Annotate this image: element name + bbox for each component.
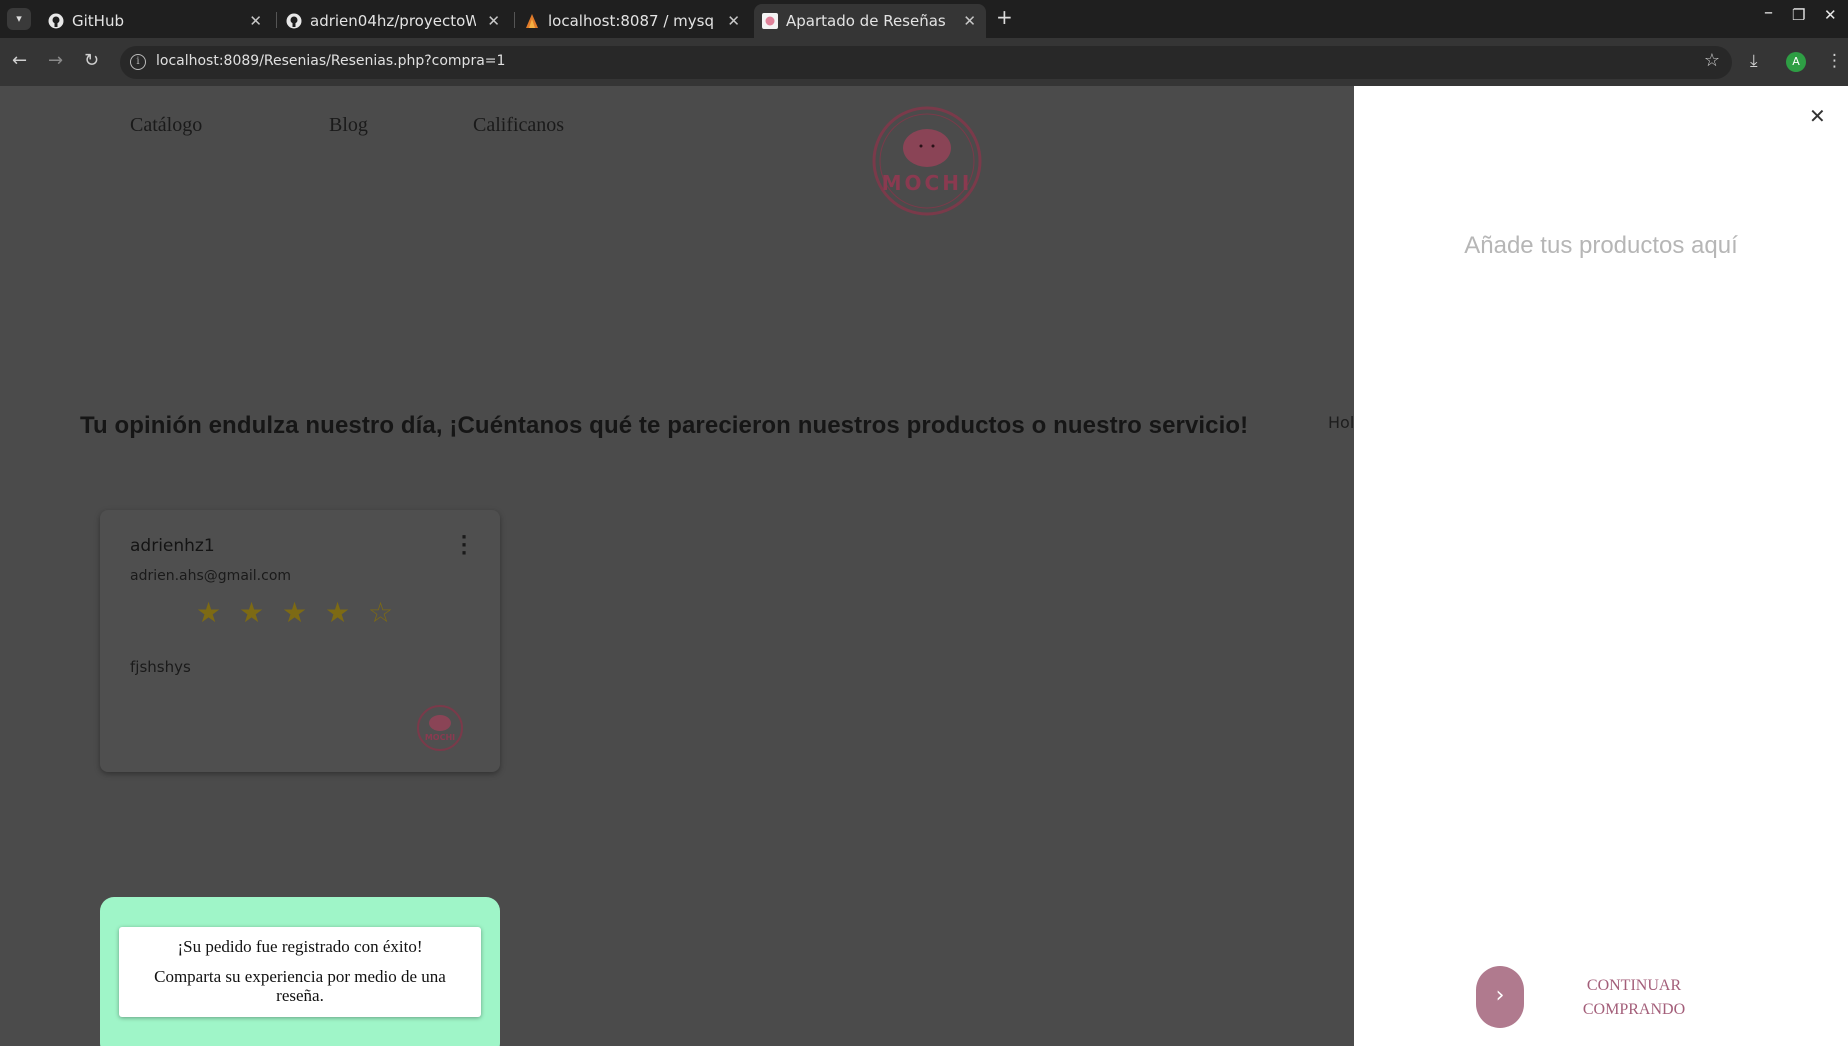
close-icon[interactable]: ✕ [1809,104,1826,128]
site-info-icon[interactable]: i [130,54,146,70]
tab-separator [276,12,277,28]
tab-search-icon[interactable]: ▾ [7,8,31,30]
tab-title: GitHub [72,12,124,30]
address-bar[interactable]: i localhost:8089/Resenias/Resenias.php?c… [120,46,1732,79]
page-headline: Tu opinión endulza nuestro día, ¡Cuéntan… [80,412,1249,439]
review-card: adrienhz1 · · · adrien.ahs@gmail.com ★ ★ ★… [100,510,500,772]
nav-link-calificanos[interactable]: Calificanos [473,114,564,137]
profile-avatar[interactable]: A [1786,52,1806,72]
browser-toolbar: ← → ↻ i localhost:8089/Resenias/Resenias… [0,38,1848,86]
review-comment: fjshshys [130,658,191,676]
cart-side-panel: ✕ Añade tus productos aquí › CONTINUAR C… [1354,86,1848,1046]
page-content: Catálogo Blog Calificanos MOCHI Tu opini… [0,86,1354,1046]
close-icon[interactable]: ✕ [487,6,500,36]
success-toast: ¡Su pedido fue registrado con éxito! Com… [119,927,481,1017]
close-icon[interactable]: ✕ [249,6,262,36]
tab-title: localhost:8087 / mysql / r [548,12,714,30]
restore-icon[interactable]: ❐ [1792,6,1805,24]
download-icon[interactable]: ⤓ [1750,51,1758,71]
star-empty-icon: ☆ [368,596,394,629]
nav-link-catalogo[interactable]: Catálogo [130,114,202,137]
mochi-logo-small: MOCHI [417,705,463,751]
close-window-icon[interactable]: ✕ [1824,6,1837,24]
star-filled-icon: ★ [196,596,222,629]
kebab-menu-icon[interactable]: · · · [458,529,470,563]
mochi-logo[interactable]: MOCHI [872,106,982,216]
chevron-right-icon: › [1495,983,1505,1008]
logo-text: MOCHI [425,733,455,742]
tab-title: Apartado de Reseñas [786,12,946,30]
minimize-icon[interactable]: – [1764,2,1773,23]
browser-menu-icon[interactable]: ⋮ [1826,51,1843,71]
tab-resenias[interactable]: Apartado de Reseñas ✕ [754,4,986,38]
tab-github[interactable]: GitHub ✕ [40,4,272,38]
phpmyadmin-icon [526,14,538,28]
nav-link-blog[interactable]: Blog [329,114,368,137]
url-text[interactable]: localhost:8089/Resenias/Resenias.php?com… [156,53,505,69]
tab-phpmyadmin[interactable]: localhost:8087 / mysql / r ✕ [516,4,750,38]
bookmark-star-icon[interactable]: ☆ [1704,50,1720,71]
mochi-icon [762,13,778,29]
star-filled-icon: ★ [239,596,265,629]
continue-shopping-label[interactable]: CONTINUAR COMPRANDO [1562,974,1706,1022]
review-username: adrienhz1 [130,536,215,556]
logo-text: MOCHI [882,171,973,195]
back-icon[interactable]: ← [12,50,27,71]
star-filled-icon: ★ [325,596,351,629]
cart-empty-message: Añade tus productos aquí [1464,232,1738,259]
close-icon[interactable]: ✕ [963,6,976,36]
continue-shopping-button[interactable]: › [1476,966,1524,1028]
toast-message: Comparta su experiencia por medio de una… [154,967,446,1005]
github-icon [286,13,302,29]
reload-icon[interactable]: ↻ [84,50,99,71]
star-filled-icon: ★ [282,596,308,629]
review-email: adrien.ahs@gmail.com [130,568,292,584]
tab-repo[interactable]: adrien04hz/proyectoWE ✕ [278,4,510,38]
greeting-text: Hol [1328,413,1354,432]
tab-title: adrien04hz/proyectoWE [310,12,476,30]
browser-tab-bar: ▾ GitHub ✕ adrien04hz/proyectoWE ✕ local… [0,0,1848,38]
success-toast-container: ¡Su pedido fue registrado con éxito! Com… [100,897,500,1046]
github-icon [48,13,64,29]
tab-separator [514,12,515,28]
new-tab-icon[interactable]: + [996,5,1013,29]
toast-title: ¡Su pedido fue registrado con éxito! [177,937,423,956]
close-icon[interactable]: ✕ [727,6,740,36]
forward-icon[interactable]: → [48,50,63,71]
